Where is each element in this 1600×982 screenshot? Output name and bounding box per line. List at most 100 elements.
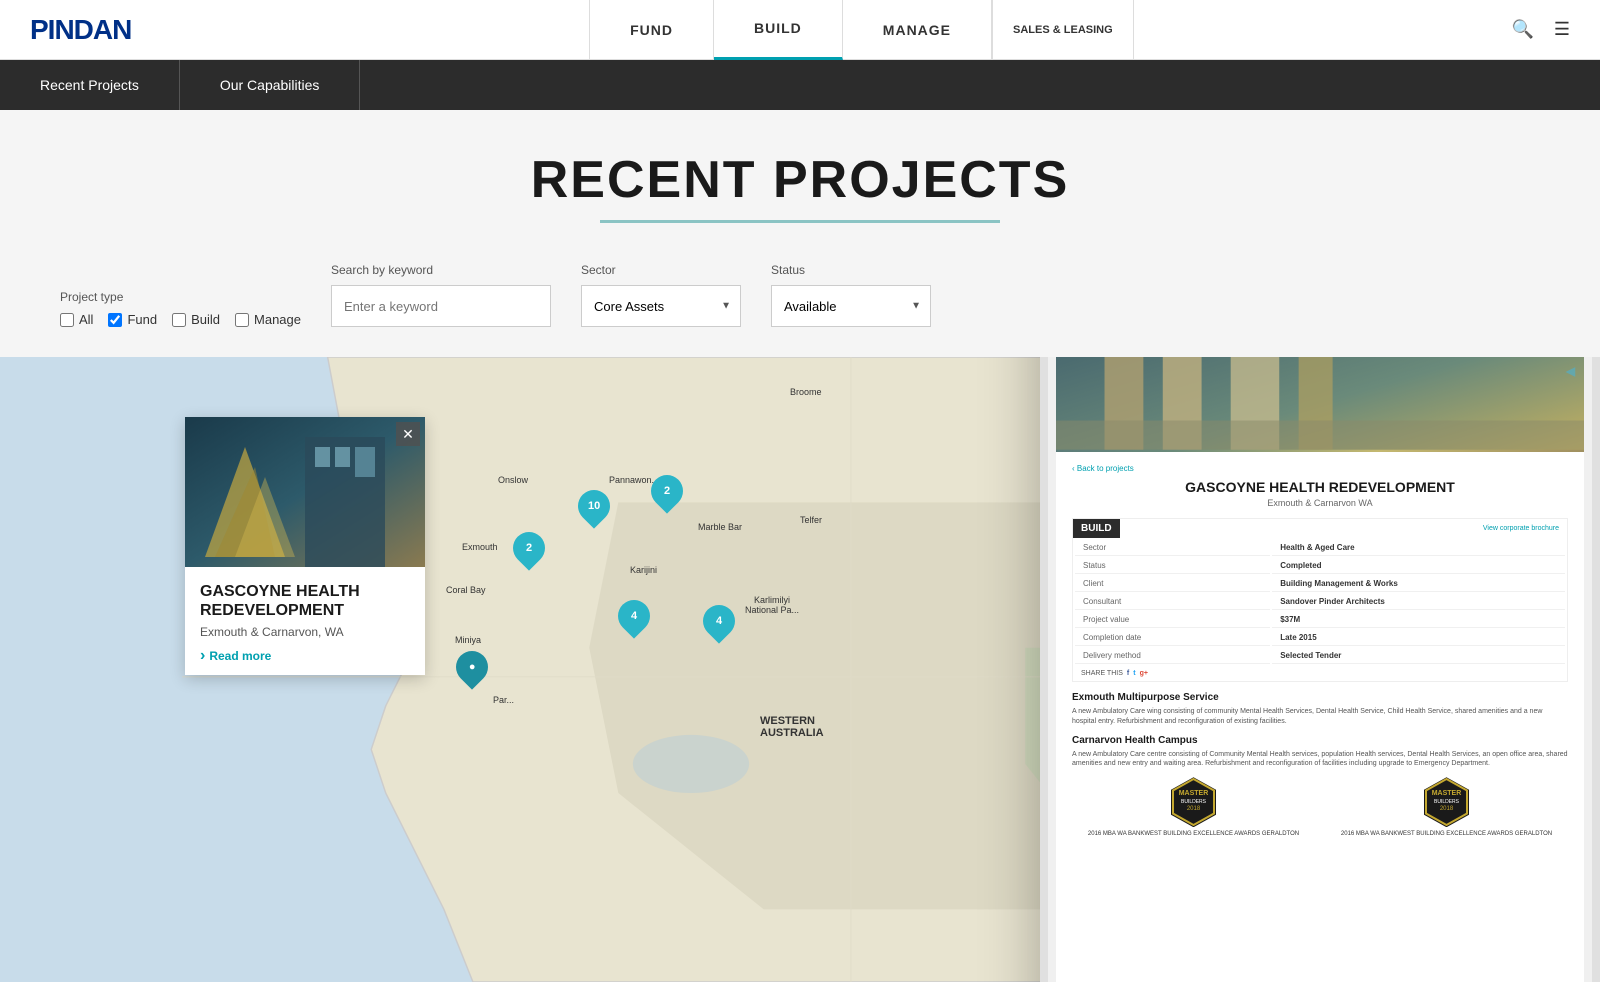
popup-project-title: GASCOYNE HEALTH REDEVELOPMENT: [200, 582, 410, 620]
sub-nav-our-capabilities[interactable]: Our Capabilities: [180, 60, 361, 110]
status-select[interactable]: Available: [771, 285, 931, 327]
checkbox-build[interactable]: Build: [172, 312, 220, 327]
table-cell-label: Completion date: [1075, 630, 1270, 646]
filter-bar: Project type All Fund Build Manage Searc…: [0, 243, 1600, 357]
nav-sales-leasing[interactable]: SALES & LEASING: [992, 0, 1134, 60]
device-section-text-2: A new Ambulatory Care centre consisting …: [1072, 750, 1568, 770]
menu-icon[interactable]: ☰: [1554, 19, 1570, 40]
table-cell-value: $37M: [1272, 612, 1565, 628]
map-area: Broome Marble Bar Exmouth Coral Bay Mini…: [0, 357, 1600, 982]
popup-content: GASCOYNE HEALTH REDEVELOPMENT Exmouth & …: [185, 567, 425, 675]
keyword-filter: Search by keyword: [331, 263, 551, 327]
checkbox-all-label: All: [79, 312, 93, 327]
project-type-filter: Project type All Fund Build Manage: [60, 290, 301, 327]
device-facebook-icon[interactable]: f: [1127, 670, 1129, 677]
award-badge-2: MASTER BUILDERS 2018: [1424, 777, 1469, 827]
sub-nav-recent-projects[interactable]: Recent Projects: [0, 60, 180, 110]
table-cell-value: Building Management & Works: [1272, 576, 1565, 592]
device-hero-svg: [1056, 357, 1584, 452]
table-row: Consultant Sandover Pinder Architects: [1075, 594, 1565, 610]
device-screen: PINDAN FUND BUILD MANAGE SALES &LEASING …: [1056, 357, 1584, 982]
nav-build[interactable]: BUILD: [714, 0, 843, 60]
checkbox-fund[interactable]: Fund: [108, 312, 157, 327]
svg-text:2018: 2018: [1187, 806, 1201, 812]
page-title: RECENT PROJECTS: [20, 150, 1580, 210]
device-content: ‹ Back to projects GASCOYNE HEALTH REDEV…: [1056, 452, 1584, 849]
table-row: Delivery method Selected Tender: [1075, 648, 1565, 664]
award-badge-1: MASTER BUILDERS 2018: [1171, 777, 1216, 827]
table-row: Client Building Management & Works: [1075, 576, 1565, 592]
device-info-section: BUILD View corporate brochure Sector Hea…: [1072, 518, 1568, 682]
popup-image-bg: [185, 417, 425, 567]
mobile-device-overlay: PINDAN FUND BUILD MANAGE SALES &LEASING …: [1020, 357, 1600, 982]
brand-logo[interactable]: PINDAN: [30, 14, 131, 46]
sector-select[interactable]: Core Assets: [581, 285, 741, 327]
checkbox-build-input[interactable]: [172, 313, 186, 327]
main-content: Broome Marble Bar Exmouth Coral Bay Mini…: [0, 357, 1600, 982]
device-brochure-link[interactable]: View corporate brochure: [1475, 521, 1567, 536]
checkbox-all-input[interactable]: [60, 313, 74, 327]
nav-manage[interactable]: MANAGE: [843, 0, 992, 60]
checkbox-all[interactable]: All: [60, 312, 93, 327]
device-twitter-icon[interactable]: t: [1133, 670, 1135, 677]
device-hero-bg: [1056, 357, 1584, 452]
main-nav: FUND BUILD MANAGE SALES & LEASING: [211, 0, 1511, 60]
svg-text:BUILDERS: BUILDERS: [1181, 799, 1207, 805]
nav-right: 🔍 ☰: [1511, 19, 1570, 40]
table-row: Project value $37M: [1075, 612, 1565, 628]
nav-fund[interactable]: FUND: [589, 0, 714, 60]
device-section-title-1: Exmouth Multipurpose Service: [1072, 692, 1568, 703]
svg-text:2018: 2018: [1440, 806, 1454, 812]
project-type-checkboxes: All Fund Build Manage: [60, 312, 301, 327]
popup-location: Exmouth & Carnarvon, WA: [200, 625, 410, 639]
project-popup: ✕ GASCOYNE HEALTH REDEVELOPMENT Exmouth …: [185, 417, 425, 675]
device-section-header: BUILD: [1073, 519, 1120, 538]
project-type-label: Project type: [60, 290, 301, 304]
table-cell-value: Health & Aged Care: [1272, 540, 1565, 556]
table-row: Status Completed: [1075, 558, 1565, 574]
popup-read-more-link[interactable]: Read more: [200, 647, 410, 665]
search-icon[interactable]: 🔍: [1511, 19, 1533, 40]
keyword-label: Search by keyword: [331, 263, 551, 277]
device-award-2: MASTER BUILDERS 2018 2016 MBA WA BANKWES…: [1325, 777, 1568, 837]
svg-text:BUILDERS: BUILDERS: [1434, 799, 1460, 805]
table-cell-value: Selected Tender: [1272, 648, 1565, 664]
device-share-bar: SHARE THIS f t g+: [1073, 666, 1567, 681]
page-title-area: RECENT PROJECTS: [0, 110, 1600, 243]
device-award-1: MASTER BUILDERS 2018 2016 MBA WA BANKWES…: [1072, 777, 1315, 837]
device-gplus-icon[interactable]: g+: [1140, 670, 1148, 677]
table-cell-label: Consultant: [1075, 594, 1270, 610]
table-cell-label: Delivery method: [1075, 648, 1270, 664]
status-select-wrapper: Available ▼: [771, 285, 931, 327]
checkbox-manage-input[interactable]: [235, 313, 249, 327]
sector-filter: Sector Core Assets ▼: [581, 263, 741, 327]
checkbox-fund-label: Fund: [127, 312, 157, 327]
device-info-table: Sector Health & Aged Care Status Complet…: [1073, 538, 1567, 666]
device-back-link[interactable]: ‹ Back to projects: [1072, 464, 1568, 473]
device-project-title: GASCOYNE HEALTH REDEVELOPMENT: [1072, 479, 1568, 495]
popup-close-button[interactable]: ✕: [396, 422, 420, 446]
sector-select-wrapper: Core Assets ▼: [581, 285, 741, 327]
popup-image-svg: [185, 417, 425, 567]
title-underline: [600, 220, 1000, 223]
keyword-input[interactable]: [331, 285, 551, 327]
device-awards: MASTER BUILDERS 2018 2016 MBA WA BANKWES…: [1072, 777, 1568, 837]
header: PINDAN FUND BUILD MANAGE SALES & LEASING…: [0, 0, 1600, 60]
table-cell-value: Late 2015: [1272, 630, 1565, 646]
popup-image: ✕: [185, 417, 425, 567]
checkbox-build-label: Build: [191, 312, 220, 327]
checkbox-fund-input[interactable]: [108, 313, 122, 327]
checkbox-manage[interactable]: Manage: [235, 312, 301, 327]
device-hero-image: [1056, 357, 1584, 452]
checkbox-manage-label: Manage: [254, 312, 301, 327]
device-frame: PINDAN FUND BUILD MANAGE SALES &LEASING …: [1040, 357, 1600, 982]
svg-text:MASTER: MASTER: [1179, 790, 1209, 797]
table-cell-label: Status: [1075, 558, 1270, 574]
status-label: Status: [771, 263, 931, 277]
table-cell-value: Completed: [1272, 558, 1565, 574]
table-cell-label: Client: [1075, 576, 1270, 592]
table-cell-label: Project value: [1075, 612, 1270, 628]
sub-nav: Recent Projects Our Capabilities: [0, 60, 1600, 110]
status-filter: Status Available ▼: [771, 263, 931, 327]
table-cell-label: Sector: [1075, 540, 1270, 556]
